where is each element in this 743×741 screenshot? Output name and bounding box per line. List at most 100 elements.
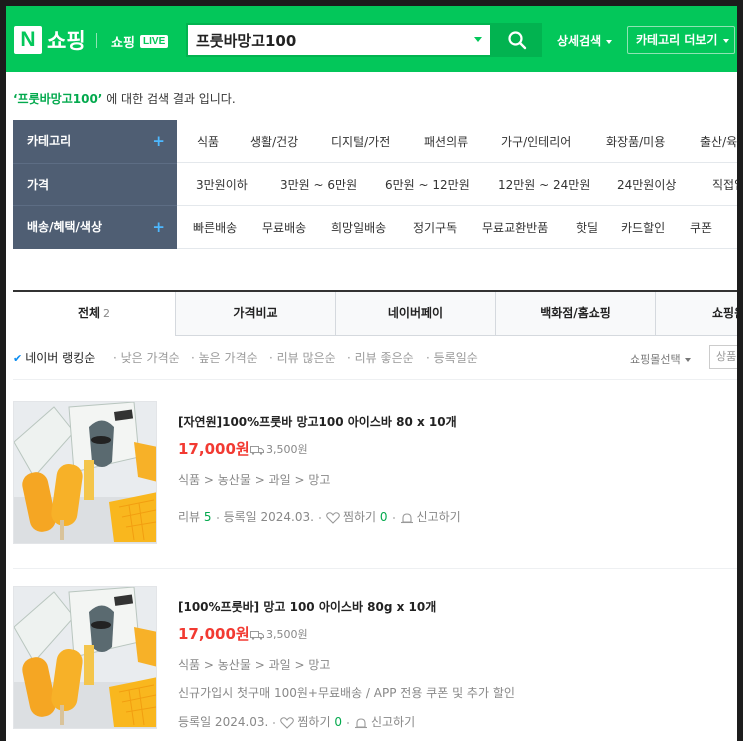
review-label[interactable]: 리뷰 bbox=[178, 510, 200, 524]
filter-options: 빠른배송 무료배송 희망일배송 정기구독 무료교환반품 핫딜 카드할인 쿠폰 bbox=[177, 206, 737, 249]
tab-label: 가격비교 bbox=[233, 306, 278, 320]
filter-option[interactable]: 디지털/가전 bbox=[331, 133, 390, 150]
like-label[interactable]: 찜하기 bbox=[297, 715, 330, 729]
product-thumbnail[interactable] bbox=[13, 401, 157, 544]
sort-review-count[interactable]: · 리뷰 많은순 bbox=[269, 349, 336, 366]
tab-shopping-window[interactable]: 쇼핑윈도 bbox=[655, 292, 737, 336]
filter-row-category: 카테고리 + 식품 생활/건강 디지털/가전 패션의류 가구/인테리어 화장품/… bbox=[13, 120, 737, 163]
tab-naverpay[interactable]: 네이버페이 bbox=[335, 292, 495, 336]
result-tabs: 전체2 가격비교 네이버페이 백화점/홈쇼핑 쇼핑윈도 bbox=[13, 290, 737, 336]
filter-label-category[interactable]: 카테고리 + bbox=[13, 120, 177, 163]
filter-label-delivery[interactable]: 배송/혜택/색상 + bbox=[13, 206, 177, 249]
filter-row-delivery: 배송/혜택/색상 + 빠른배송 무료배송 희망일배송 정기구독 무료교환반품 핫… bbox=[13, 206, 737, 249]
sort-low-price[interactable]: · 낮은 가격순 bbox=[113, 349, 180, 366]
tab-all[interactable]: 전체 2 bbox=[13, 292, 175, 336]
detail-search-button[interactable]: 상세검색 bbox=[557, 32, 613, 49]
chevron-down-icon bbox=[723, 38, 730, 43]
filter-label-text: 배송/혜택/색상 bbox=[27, 220, 103, 234]
filter-option[interactable]: 생활/건강 bbox=[250, 133, 298, 150]
separator-dot bbox=[392, 516, 395, 519]
sort-ranking[interactable]: ✔ 네이버 랭킹순 bbox=[13, 349, 95, 366]
filter-option[interactable]: 패션의류 bbox=[424, 133, 468, 150]
filter-option[interactable]: 화장품/미용 bbox=[606, 133, 665, 150]
filter-option[interactable]: 12만원 ~ 24만원 bbox=[498, 176, 590, 193]
filter-option[interactable]: 카드할인 bbox=[621, 219, 665, 236]
sort-registered[interactable]: · 등록일순 bbox=[426, 349, 478, 366]
tab-department-store[interactable]: 백화점/홈쇼핑 bbox=[495, 292, 655, 336]
like-count: 0 bbox=[379, 510, 388, 524]
review-count[interactable]: 5 bbox=[204, 510, 212, 524]
filter-option[interactable]: 핫딜 bbox=[576, 219, 598, 236]
mall-select-dropdown[interactable]: 쇼핑몰선택 bbox=[630, 351, 691, 367]
tab-label: 백화점/홈쇼핑 bbox=[540, 306, 611, 320]
browser-viewport: N 쇼핑 쇼핑 LIVE 상세검색 카테고리 더보기 ‘프룻바망고100’ 에 … bbox=[6, 6, 737, 741]
filter-label-price: 가격 bbox=[13, 163, 177, 206]
filter-option[interactable]: 3만원이하 bbox=[196, 176, 248, 193]
filter-option[interactable]: 식품 bbox=[197, 133, 219, 150]
filter-label-text: 가격 bbox=[27, 178, 50, 192]
top-header: N 쇼핑 쇼핑 LIVE 상세검색 카테고리 더보기 bbox=[6, 6, 737, 72]
shopping-logo-text[interactable]: 쇼핑 bbox=[47, 25, 86, 55]
filter-option[interactable]: 3만원 ~ 6만원 bbox=[280, 176, 357, 193]
filter-option[interactable]: 정기구독 bbox=[413, 219, 457, 236]
product-title[interactable]: [100%프룻바] 망고 100 아이스바 80g x 10개 bbox=[178, 598, 436, 615]
check-icon: ✔ bbox=[13, 352, 23, 365]
tab-price-compare[interactable]: 가격비교 bbox=[175, 292, 335, 336]
product-meta: 등록일 2024.03. 찜하기 0 신고하기 bbox=[178, 713, 415, 730]
product-category-path[interactable]: 식품 > 농산물 > 과일 > 망고 bbox=[178, 471, 330, 488]
search-button[interactable] bbox=[492, 23, 542, 57]
filter-label-text: 카테고리 bbox=[27, 134, 72, 148]
filter-option[interactable]: 무료배송 bbox=[262, 219, 306, 236]
filter-option[interactable]: 가구/인테리어 bbox=[501, 133, 571, 150]
separator-dot bbox=[216, 516, 219, 519]
mall-search-input[interactable]: 상품 bbox=[709, 345, 737, 369]
shipping-fee-value: 3,500원 bbox=[266, 443, 308, 456]
filter-option[interactable]: 무료교환반품 bbox=[482, 219, 548, 236]
live-shop-text: 쇼핑 bbox=[111, 36, 135, 51]
product-price[interactable]: 17,000원 bbox=[178, 438, 250, 459]
divider bbox=[13, 568, 737, 569]
product-promo-text: 신규가입시 첫구매 100원+무료배송 / APP 전용 쿠폰 및 추가 할인 bbox=[178, 686, 515, 700]
filter-option[interactable]: 6만원 ~ 12만원 bbox=[385, 176, 470, 193]
chevron-down-icon bbox=[684, 358, 691, 362]
plus-icon[interactable]: + bbox=[152, 206, 165, 249]
filter-option[interactable]: 희망일배송 bbox=[331, 219, 386, 236]
report-icon[interactable] bbox=[400, 512, 414, 524]
logo-divider bbox=[96, 33, 97, 48]
like-count: 0 bbox=[334, 715, 342, 729]
tab-label: 쇼핑윈도 bbox=[712, 306, 737, 320]
heart-icon[interactable] bbox=[326, 511, 340, 524]
like-label[interactable]: 찜하기 bbox=[343, 510, 376, 524]
filter-options: 3만원이하 3만원 ~ 6만원 6만원 ~ 12만원 12만원 ~ 24만원 2… bbox=[177, 163, 737, 206]
filter-options: 식품 생활/건강 디지털/가전 패션의류 가구/인테리어 화장품/미용 출산/육… bbox=[177, 120, 737, 163]
report-label[interactable]: 신고하기 bbox=[371, 715, 415, 729]
sort-label: 낮은 가격순 bbox=[120, 351, 180, 365]
report-label[interactable]: 신고하기 bbox=[417, 510, 461, 524]
tab-label: 전체 bbox=[77, 306, 101, 320]
search-result-summary: ‘프룻바망고100’ 에 대한 검색 결과 입니다. bbox=[13, 90, 236, 107]
filter-option[interactable]: 출산/육아 bbox=[700, 133, 737, 150]
product-thumbnail[interactable] bbox=[13, 586, 157, 729]
category-more-button[interactable]: 카테고리 더보기 bbox=[627, 26, 735, 54]
filter-option[interactable]: 24만원이상 bbox=[617, 176, 676, 193]
filter-option[interactable]: 쿠폰 bbox=[690, 219, 712, 236]
separator-dot bbox=[318, 516, 321, 519]
product-category-path[interactable]: 식품 > 농산물 > 과일 > 망고 bbox=[178, 656, 330, 673]
sort-label: 네이버 랭킹순 bbox=[25, 351, 96, 365]
plus-icon[interactable]: + bbox=[152, 120, 165, 163]
product-title[interactable]: [자연원]100%프룻바 망고100 아이스바 80 x 10개 bbox=[178, 413, 457, 430]
registered-date: 등록일 2024.03. bbox=[178, 715, 269, 729]
autocomplete-toggle-icon[interactable] bbox=[474, 37, 482, 42]
filter-option[interactable]: 직접입력 bbox=[712, 176, 737, 193]
product-price[interactable]: 17,000원 bbox=[178, 623, 250, 644]
filter-row-price: 가격 3만원이하 3만원 ~ 6만원 6만원 ~ 12만원 12만원 ~ 24만… bbox=[13, 163, 737, 206]
search-input[interactable] bbox=[196, 29, 466, 51]
report-icon[interactable] bbox=[354, 717, 368, 729]
heart-icon[interactable] bbox=[280, 716, 295, 729]
divider bbox=[13, 379, 737, 380]
shopping-live-link[interactable]: 쇼핑 LIVE bbox=[111, 31, 169, 51]
sort-high-price[interactable]: · 높은 가격순 bbox=[191, 349, 258, 366]
naver-logo-icon[interactable]: N bbox=[14, 26, 42, 54]
filter-option[interactable]: 빠른배송 bbox=[193, 219, 237, 236]
sort-review-score[interactable]: · 리뷰 좋은순 bbox=[347, 349, 414, 366]
